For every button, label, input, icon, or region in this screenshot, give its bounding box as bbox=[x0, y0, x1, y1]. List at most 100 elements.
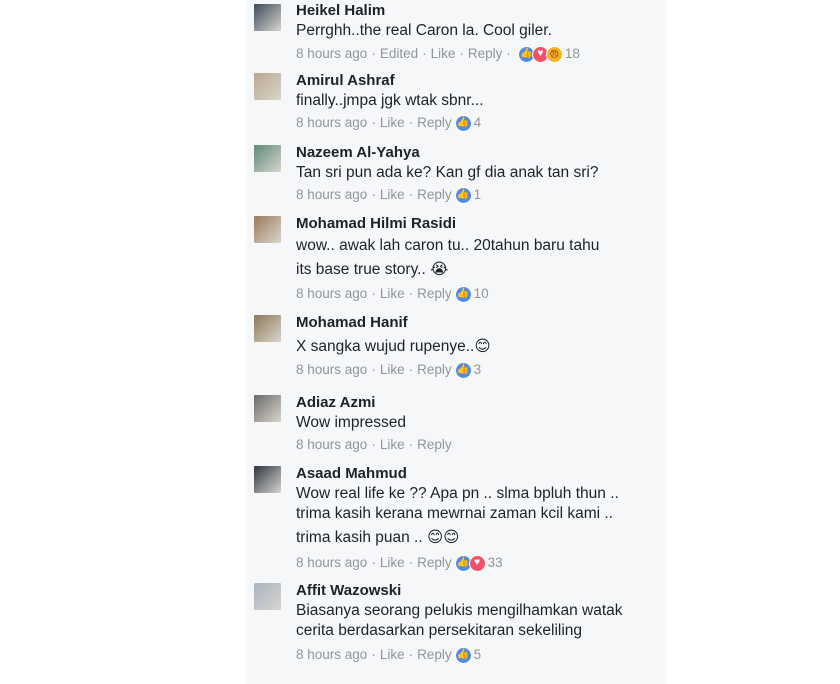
reply-link[interactable]: Reply bbox=[417, 114, 452, 132]
avatar[interactable] bbox=[254, 583, 281, 610]
separator: · bbox=[371, 115, 376, 130]
reply-link[interactable]: Reply bbox=[417, 285, 452, 303]
comment-list: Heikel Halim Perrghh..the real Caron la.… bbox=[246, 0, 666, 684]
reply-link[interactable]: Reply bbox=[417, 361, 452, 379]
avatar[interactable] bbox=[254, 216, 281, 243]
comment-time[interactable]: 8 hours ago bbox=[296, 186, 367, 204]
reactions-summary[interactable]: 👍 10 bbox=[454, 285, 489, 303]
reactions-summary[interactable]: 👍 3 bbox=[454, 361, 482, 379]
like-reaction-icon: 👍 bbox=[454, 285, 472, 303]
like-reaction-icon: 👍 bbox=[454, 361, 472, 379]
comment-text-line: cerita berdasarkan persekitaran sekelili… bbox=[296, 622, 583, 639]
separator: · bbox=[408, 115, 414, 130]
comment-time[interactable]: 8 hours ago bbox=[296, 45, 367, 63]
separator: · bbox=[506, 46, 511, 61]
separator: · bbox=[408, 362, 414, 377]
reactions-summary[interactable]: 👍 1 bbox=[454, 186, 482, 204]
separator: · bbox=[408, 555, 414, 570]
avatar[interactable] bbox=[254, 73, 281, 100]
separator: · bbox=[408, 647, 414, 662]
comment-meta: 8 hours ago · Like · Reply 👍 5 bbox=[296, 646, 666, 664]
like-link[interactable]: Like bbox=[380, 361, 405, 379]
comment-author[interactable]: Heikel Halim bbox=[296, 2, 666, 19]
comment-time[interactable]: 8 hours ago bbox=[296, 114, 367, 132]
comment-time[interactable]: 8 hours ago bbox=[296, 646, 367, 664]
reply-link[interactable]: Reply bbox=[417, 436, 452, 454]
reaction-count: 4 bbox=[473, 115, 482, 130]
reaction-count: 33 bbox=[487, 555, 503, 570]
separator: · bbox=[408, 437, 414, 452]
comment-author[interactable]: Affit Wazowski bbox=[296, 582, 666, 599]
like-link[interactable]: Like bbox=[380, 646, 405, 664]
reply-link[interactable]: Reply bbox=[417, 646, 452, 664]
separator: · bbox=[371, 647, 376, 662]
separator: · bbox=[371, 437, 376, 452]
reactions-summary[interactable]: 👍 ♥ 😠 18 bbox=[517, 45, 580, 63]
comment-text: wow.. awak lah caron tu.. 20tahun baru t… bbox=[296, 237, 600, 254]
separator: · bbox=[408, 187, 414, 202]
comment-meta: 8 hours ago · Like · Reply 👍 1 bbox=[296, 186, 666, 204]
avatar[interactable] bbox=[254, 466, 281, 493]
separator: · bbox=[371, 46, 376, 61]
like-link[interactable]: Like bbox=[380, 114, 405, 132]
separator: · bbox=[422, 46, 427, 61]
comment-time[interactable]: 8 hours ago bbox=[296, 554, 367, 572]
comment-text-line: trima kasih kerana mewrnai zaman kcil ka… bbox=[296, 505, 613, 522]
comment-text: Tan sri pun ada ke? Kan gf dia anak tan … bbox=[296, 164, 599, 181]
like-link[interactable]: Like bbox=[380, 554, 405, 572]
comment-text-line: trima kasih puan .. 😊😊 bbox=[296, 529, 460, 546]
like-link[interactable]: Like bbox=[380, 436, 405, 454]
avatar[interactable] bbox=[254, 4, 281, 31]
reaction-count: 3 bbox=[473, 362, 482, 377]
comment-meta: 8 hours ago · Like · Reply 👍 4 bbox=[296, 114, 666, 132]
comment-author[interactable]: Asaad Mahmud bbox=[296, 465, 666, 482]
reactions-summary[interactable]: 👍 ♥ 33 bbox=[454, 554, 503, 572]
avatar[interactable] bbox=[254, 315, 281, 342]
like-link[interactable]: Like bbox=[380, 285, 405, 303]
comment-meta: 8 hours ago · Like · Reply 👍 10 bbox=[296, 285, 666, 303]
comment-text-line: its base true story.. 😭 bbox=[296, 261, 449, 278]
comment-time[interactable]: 8 hours ago bbox=[296, 361, 367, 379]
reaction-count: 18 bbox=[564, 46, 580, 61]
comment-time[interactable]: 8 hours ago bbox=[296, 285, 367, 303]
like-link[interactable]: Like bbox=[380, 186, 405, 204]
reaction-count: 1 bbox=[473, 187, 482, 202]
comment-text: Perrghh..the real Caron la. Cool giler. bbox=[296, 22, 552, 39]
like-reaction-icon: 👍 bbox=[454, 186, 472, 204]
comment-text: X sangka wujud rupenye..😊 bbox=[296, 338, 491, 355]
comment-author[interactable]: Mohamad Hanif bbox=[296, 314, 666, 331]
separator: · bbox=[371, 187, 376, 202]
avatar[interactable] bbox=[254, 395, 281, 422]
comment-text: Wow real life ke ?? Apa pn .. slma bpluh… bbox=[296, 485, 619, 502]
separator: · bbox=[408, 286, 414, 301]
reaction-count: 5 bbox=[473, 647, 482, 662]
reply-link[interactable]: Reply bbox=[417, 554, 452, 572]
comment-meta: 8 hours ago · Like · Reply 👍 ♥ 33 bbox=[296, 554, 666, 572]
angry-reaction-icon: 😠 bbox=[545, 45, 563, 63]
comment-time[interactable]: 8 hours ago bbox=[296, 436, 367, 454]
comment-author[interactable]: Adiaz Azmi bbox=[296, 394, 666, 411]
comment-text: finally..jmpa jgk wtak sbnr... bbox=[296, 92, 484, 109]
separator: · bbox=[371, 362, 376, 377]
like-reaction-icon: 👍 bbox=[454, 114, 472, 132]
reply-link[interactable]: Reply bbox=[468, 45, 503, 63]
comment-meta: 8 hours ago · Edited · Like · Reply · 👍 … bbox=[296, 45, 666, 63]
like-reaction-icon: 👍 bbox=[454, 646, 472, 664]
like-link[interactable]: Like bbox=[431, 45, 456, 63]
reactions-summary[interactable]: 👍 5 bbox=[454, 646, 482, 664]
reply-link[interactable]: Reply bbox=[417, 186, 452, 204]
comment-text: Wow impressed bbox=[296, 414, 406, 431]
comment-meta: 8 hours ago · Like · Reply bbox=[296, 436, 666, 454]
comment-author[interactable]: Nazeem Al-Yahya bbox=[296, 144, 666, 161]
comment-text: Biasanya seorang pelukis mengilhamkan wa… bbox=[296, 602, 623, 619]
love-reaction-icon: ♥ bbox=[468, 554, 486, 572]
comment-author[interactable]: Mohamad Hilmi Rasidi bbox=[296, 215, 666, 232]
reactions-summary[interactable]: 👍 4 bbox=[454, 114, 482, 132]
avatar[interactable] bbox=[254, 145, 281, 172]
reaction-count: 10 bbox=[473, 286, 489, 301]
comment-author[interactable]: Amirul Ashraf bbox=[296, 72, 666, 89]
edited-label[interactable]: Edited bbox=[380, 45, 418, 63]
separator: · bbox=[371, 286, 376, 301]
separator: · bbox=[371, 555, 376, 570]
separator: · bbox=[459, 46, 464, 61]
